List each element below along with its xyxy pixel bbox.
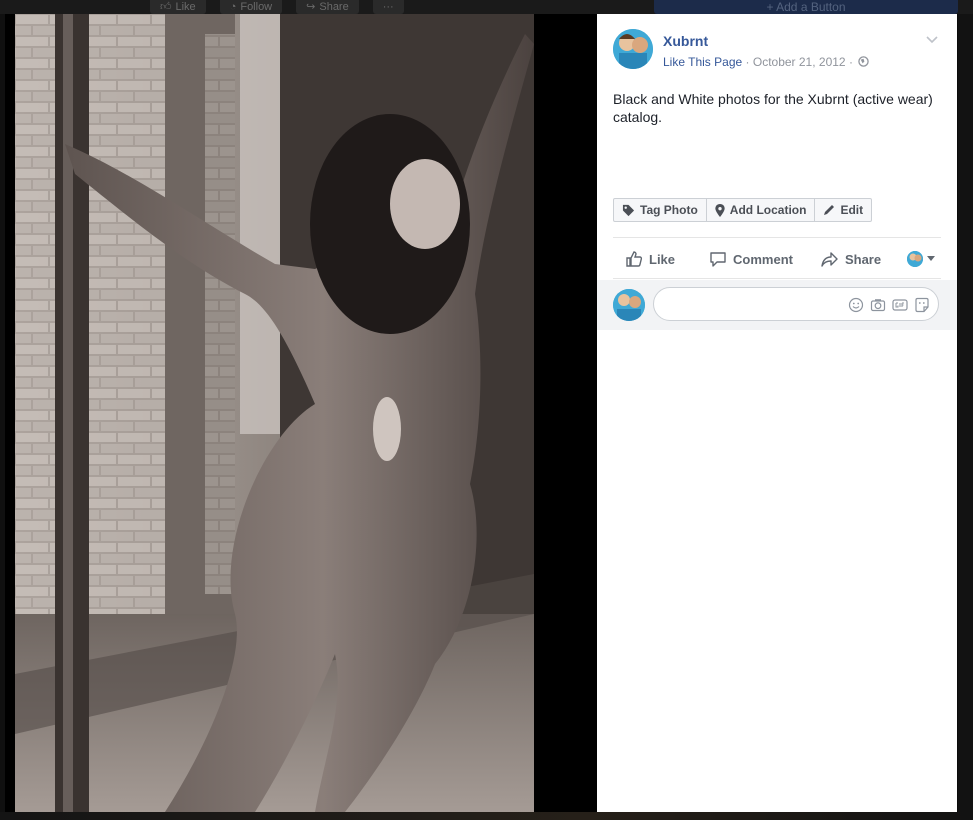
gif-icon[interactable] bbox=[892, 297, 908, 313]
page-name-link[interactable]: Xubrnt bbox=[663, 33, 708, 49]
post-date[interactable]: October 21, 2012 bbox=[753, 55, 846, 69]
post-caption: Black and White photos for the Xubrnt (a… bbox=[613, 91, 933, 125]
share-arrow-icon bbox=[821, 252, 838, 267]
post-actions: Like Comment Share bbox=[613, 240, 943, 278]
photo-image bbox=[15, 14, 534, 812]
emoji-icon[interactable] bbox=[848, 297, 864, 313]
meta-separator: · bbox=[745, 55, 750, 69]
user-mini-avatar bbox=[907, 251, 923, 267]
comment-input[interactable] bbox=[653, 287, 939, 321]
add-location-button[interactable]: Add Location bbox=[707, 199, 816, 221]
divider bbox=[613, 278, 941, 279]
globe-icon[interactable] bbox=[858, 56, 870, 67]
background-page-actions: 👍︎ Like ◔ Follow ↪ Share ··· bbox=[150, 0, 404, 14]
commenter-avatar bbox=[613, 289, 645, 321]
thumbs-up-icon: 👍︎ bbox=[160, 1, 172, 13]
camera-icon[interactable] bbox=[870, 297, 886, 313]
page-avatar[interactable] bbox=[613, 29, 653, 69]
share-button[interactable]: Share bbox=[809, 250, 893, 268]
divider bbox=[613, 237, 941, 238]
background-like-button: 👍︎ Like bbox=[150, 0, 206, 14]
background-add-button: + Add a Button bbox=[654, 0, 958, 14]
share-icon: ↪ bbox=[306, 1, 316, 13]
photo-tools: Tag Photo Add Location Edit bbox=[613, 198, 873, 222]
background-right-edge bbox=[958, 14, 973, 812]
post-meta: Like This Page · October 21, 2012 · bbox=[663, 55, 870, 69]
like-button[interactable]: Like bbox=[613, 250, 687, 268]
background-bottom-edge bbox=[0, 812, 973, 820]
like-page-link[interactable]: Like This Page bbox=[663, 55, 742, 69]
background-follow-button: ◔ Follow bbox=[219, 0, 283, 14]
background-share-button: ↪ Share bbox=[296, 0, 359, 14]
tag-icon bbox=[622, 204, 635, 216]
comment-icon bbox=[710, 252, 726, 267]
chevron-down-icon[interactable] bbox=[925, 34, 939, 44]
rss-icon: ◔ bbox=[229, 1, 237, 13]
edit-button[interactable]: Edit bbox=[815, 199, 871, 221]
comment-composer bbox=[597, 280, 957, 330]
main-photo[interactable] bbox=[15, 14, 534, 812]
post-side-panel: Xubrnt Like This Page · October 21, 2012… bbox=[597, 14, 957, 812]
background-more-button: ··· bbox=[372, 0, 404, 14]
reaction-selector[interactable] bbox=[907, 251, 943, 267]
pencil-icon bbox=[824, 205, 835, 215]
meta-separator-2: · bbox=[848, 55, 853, 69]
tag-photo-button[interactable]: Tag Photo bbox=[614, 199, 707, 221]
comment-button[interactable]: Comment bbox=[697, 250, 805, 268]
comment-input-tools bbox=[848, 297, 930, 313]
caret-down-icon bbox=[927, 256, 935, 261]
thumbs-up-icon bbox=[626, 251, 643, 267]
location-pin-icon bbox=[715, 203, 725, 217]
more-icon: ··· bbox=[382, 1, 394, 13]
photo-stage bbox=[5, 14, 597, 812]
sticker-icon[interactable] bbox=[914, 297, 930, 313]
